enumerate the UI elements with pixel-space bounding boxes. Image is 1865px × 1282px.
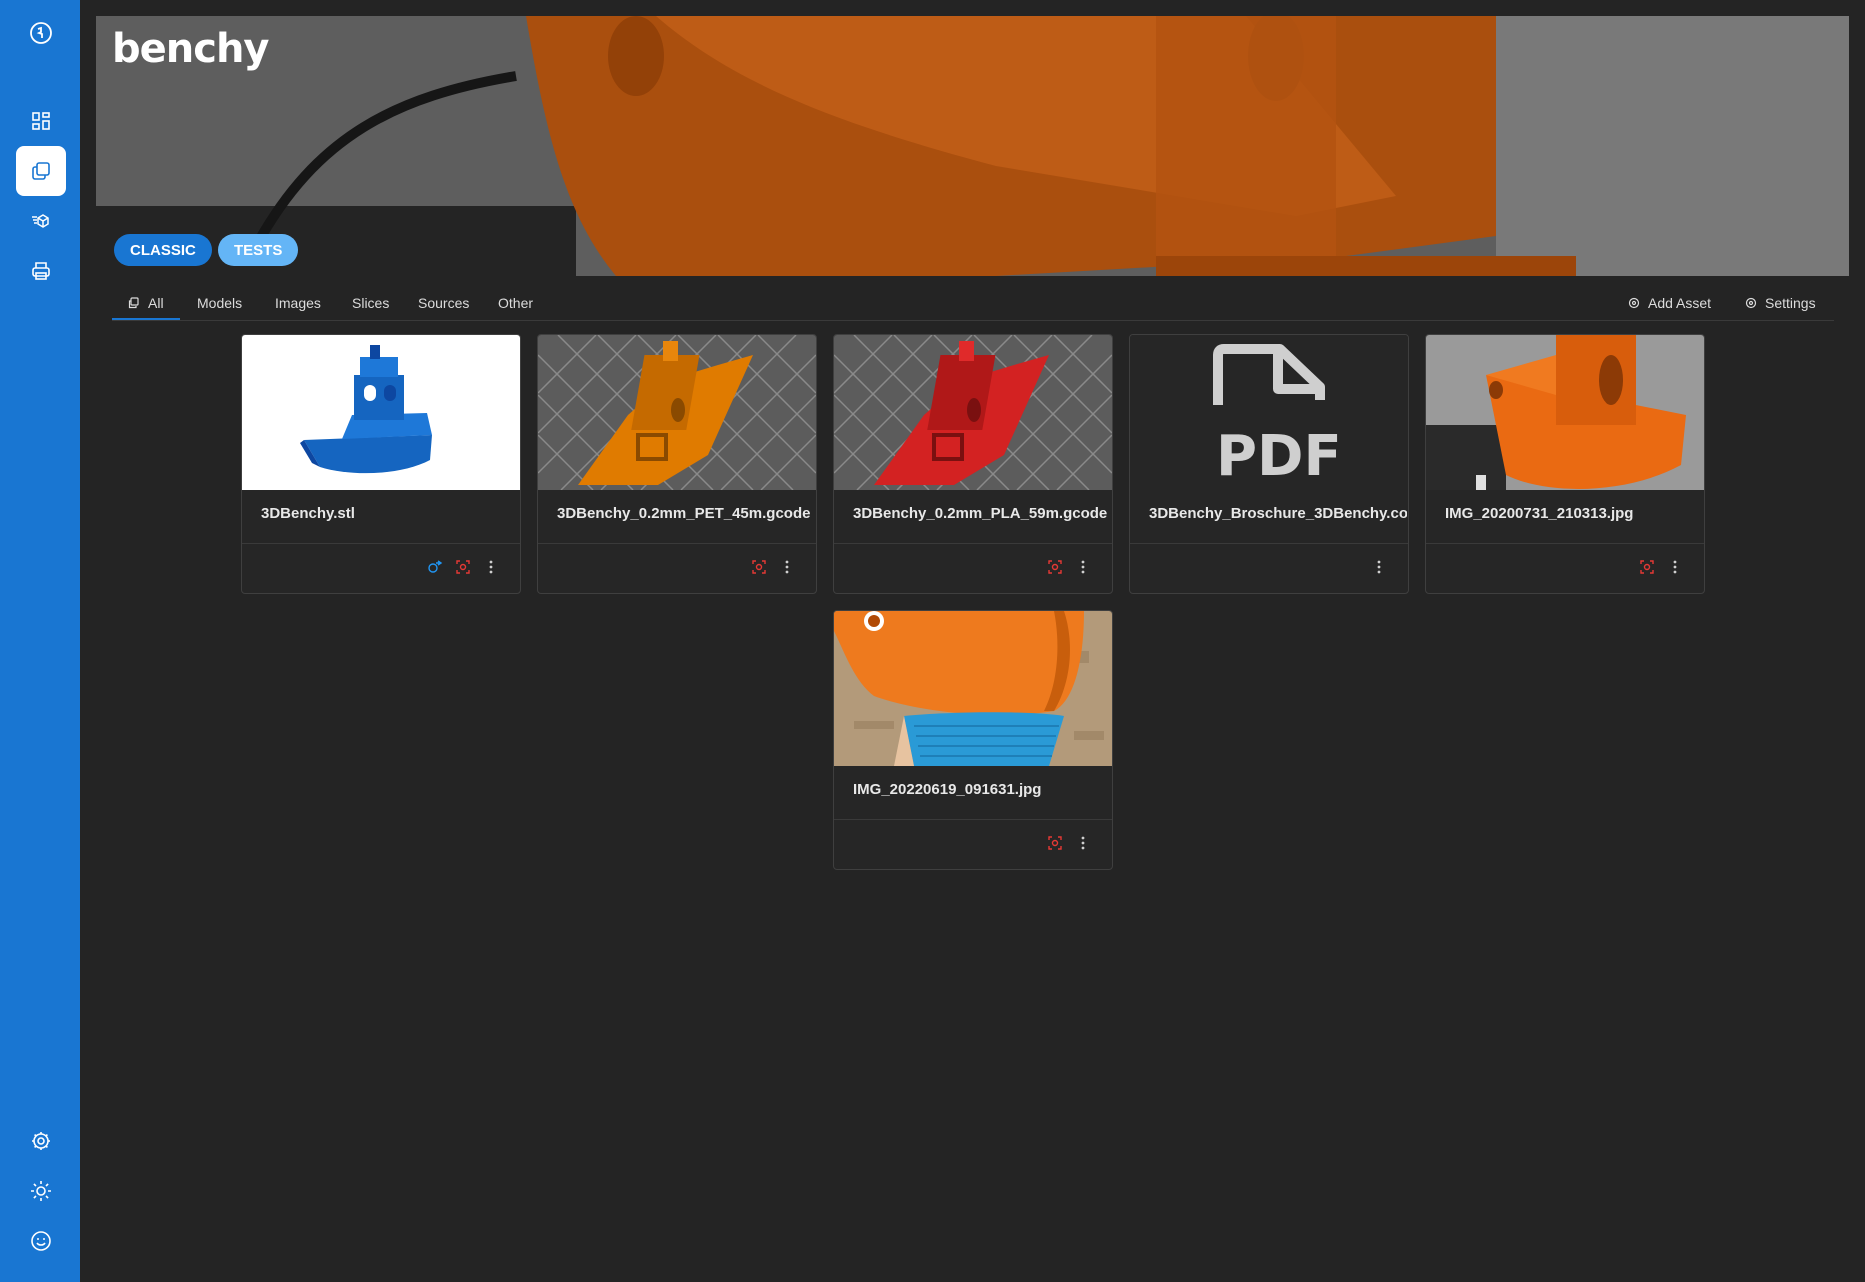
slice-icon[interactable] <box>426 558 444 576</box>
tab-all-label: All <box>148 295 164 311</box>
asset-card[interactable]: IMG_20200731_210313.jpg <box>1425 334 1705 594</box>
all-icon <box>128 297 139 309</box>
card-divider <box>834 819 1112 820</box>
asset-thumbnail[interactable]: PDF <box>1130 335 1408 490</box>
settings-gear-icon <box>1745 297 1757 309</box>
asset-thumbnail[interactable] <box>834 611 1112 766</box>
settings-icon[interactable] <box>16 1116 66 1166</box>
tag-tests[interactable]: TESTS <box>218 234 299 266</box>
add-asset-icon <box>1628 297 1640 309</box>
asset-name: 3DBenchy_0.2mm_PET_45m.gcode <box>557 505 811 522</box>
settings-button[interactable]: Settings <box>1745 288 1816 318</box>
more-options-icon[interactable] <box>1074 558 1092 576</box>
asset-name: 3DBenchy.stl <box>261 505 355 522</box>
more-options-icon[interactable] <box>482 558 500 576</box>
asset-card[interactable]: 3DBenchy.stl <box>241 334 521 594</box>
project-title: benchy <box>112 26 269 72</box>
red-gcode-preview <box>834 335 1112 490</box>
detect-icon[interactable] <box>1046 834 1064 852</box>
settings-label: Settings <box>1765 295 1816 311</box>
card-divider <box>1426 543 1704 544</box>
tab-all[interactable]: All <box>112 288 180 320</box>
tab-slices[interactable]: Slices <box>352 288 389 318</box>
asset-thumbnail[interactable] <box>538 335 816 490</box>
tag-classic[interactable]: CLASSIC <box>114 234 212 266</box>
more-options-icon[interactable] <box>778 558 796 576</box>
asset-thumbnail[interactable] <box>242 335 520 490</box>
asset-thumbnail[interactable] <box>1426 335 1704 490</box>
detect-icon[interactable] <box>750 558 768 576</box>
orange-gcode-preview <box>538 335 816 490</box>
photo-orange-benchy <box>1426 335 1704 490</box>
asset-card[interactable]: 3DBenchy_0.2mm_PLA_59m.gcode <box>833 334 1113 594</box>
asset-actions <box>426 557 500 577</box>
asset-filter-tabs: All Models Images Slices Sources Other A… <box>112 288 1834 321</box>
projects-icon[interactable] <box>16 146 66 196</box>
asset-card[interactable]: IMG_20220619_091631.jpg <box>833 610 1113 870</box>
asset-actions <box>1046 833 1092 853</box>
asset-actions <box>1638 557 1684 577</box>
tab-images[interactable]: Images <box>275 288 321 318</box>
sidebar <box>0 0 80 1282</box>
feedback-icon[interactable] <box>16 1216 66 1266</box>
asset-thumbnail[interactable] <box>834 335 1112 490</box>
dashboard-icon[interactable] <box>16 96 66 146</box>
asset-actions <box>750 557 796 577</box>
detect-icon[interactable] <box>1638 558 1656 576</box>
card-divider <box>242 543 520 544</box>
printer-icon[interactable] <box>16 246 66 296</box>
svg-text:PDF: PDF <box>1216 424 1342 489</box>
detect-icon[interactable] <box>454 558 472 576</box>
tab-other[interactable]: Other <box>498 288 533 318</box>
add-asset-button[interactable]: Add Asset <box>1628 288 1711 318</box>
slicer-icon[interactable] <box>16 196 66 246</box>
photo-orange-blue <box>834 611 1112 766</box>
add-asset-label: Add Asset <box>1648 295 1712 311</box>
more-options-icon[interactable] <box>1074 834 1092 852</box>
project-banner: benchy CLASSIC TESTS <box>96 16 1849 276</box>
asset-card[interactable]: PDF 3DBenchy_Broschure_3DBenchy.com.pdf <box>1129 334 1409 594</box>
card-divider <box>1130 543 1408 544</box>
asset-actions <box>1046 557 1092 577</box>
asset-name: 3DBenchy_0.2mm_PLA_59m.gcode <box>853 505 1108 522</box>
more-options-icon[interactable] <box>1666 558 1684 576</box>
asset-card[interactable]: 3DBenchy_0.2mm_PET_45m.gcode <box>537 334 817 594</box>
pdf-icon: PDF <box>1130 335 1408 490</box>
tab-sources[interactable]: Sources <box>418 288 469 318</box>
detect-icon[interactable] <box>1046 558 1064 576</box>
theme-icon[interactable] <box>16 1166 66 1216</box>
tab-models[interactable]: Models <box>197 288 242 318</box>
banner-photo <box>96 16 1849 276</box>
asset-name: 3DBenchy_Broschure_3DBenchy.com.pdf <box>1149 505 1407 522</box>
blue-benchy-render <box>242 335 520 490</box>
asset-name: IMG_20220619_091631.jpg <box>853 781 1042 798</box>
app-logo-icon[interactable] <box>16 8 66 58</box>
asset-actions <box>1370 557 1388 577</box>
asset-name: IMG_20200731_210313.jpg <box>1445 505 1634 522</box>
card-divider <box>834 543 1112 544</box>
more-options-icon[interactable] <box>1370 558 1388 576</box>
card-divider <box>538 543 816 544</box>
